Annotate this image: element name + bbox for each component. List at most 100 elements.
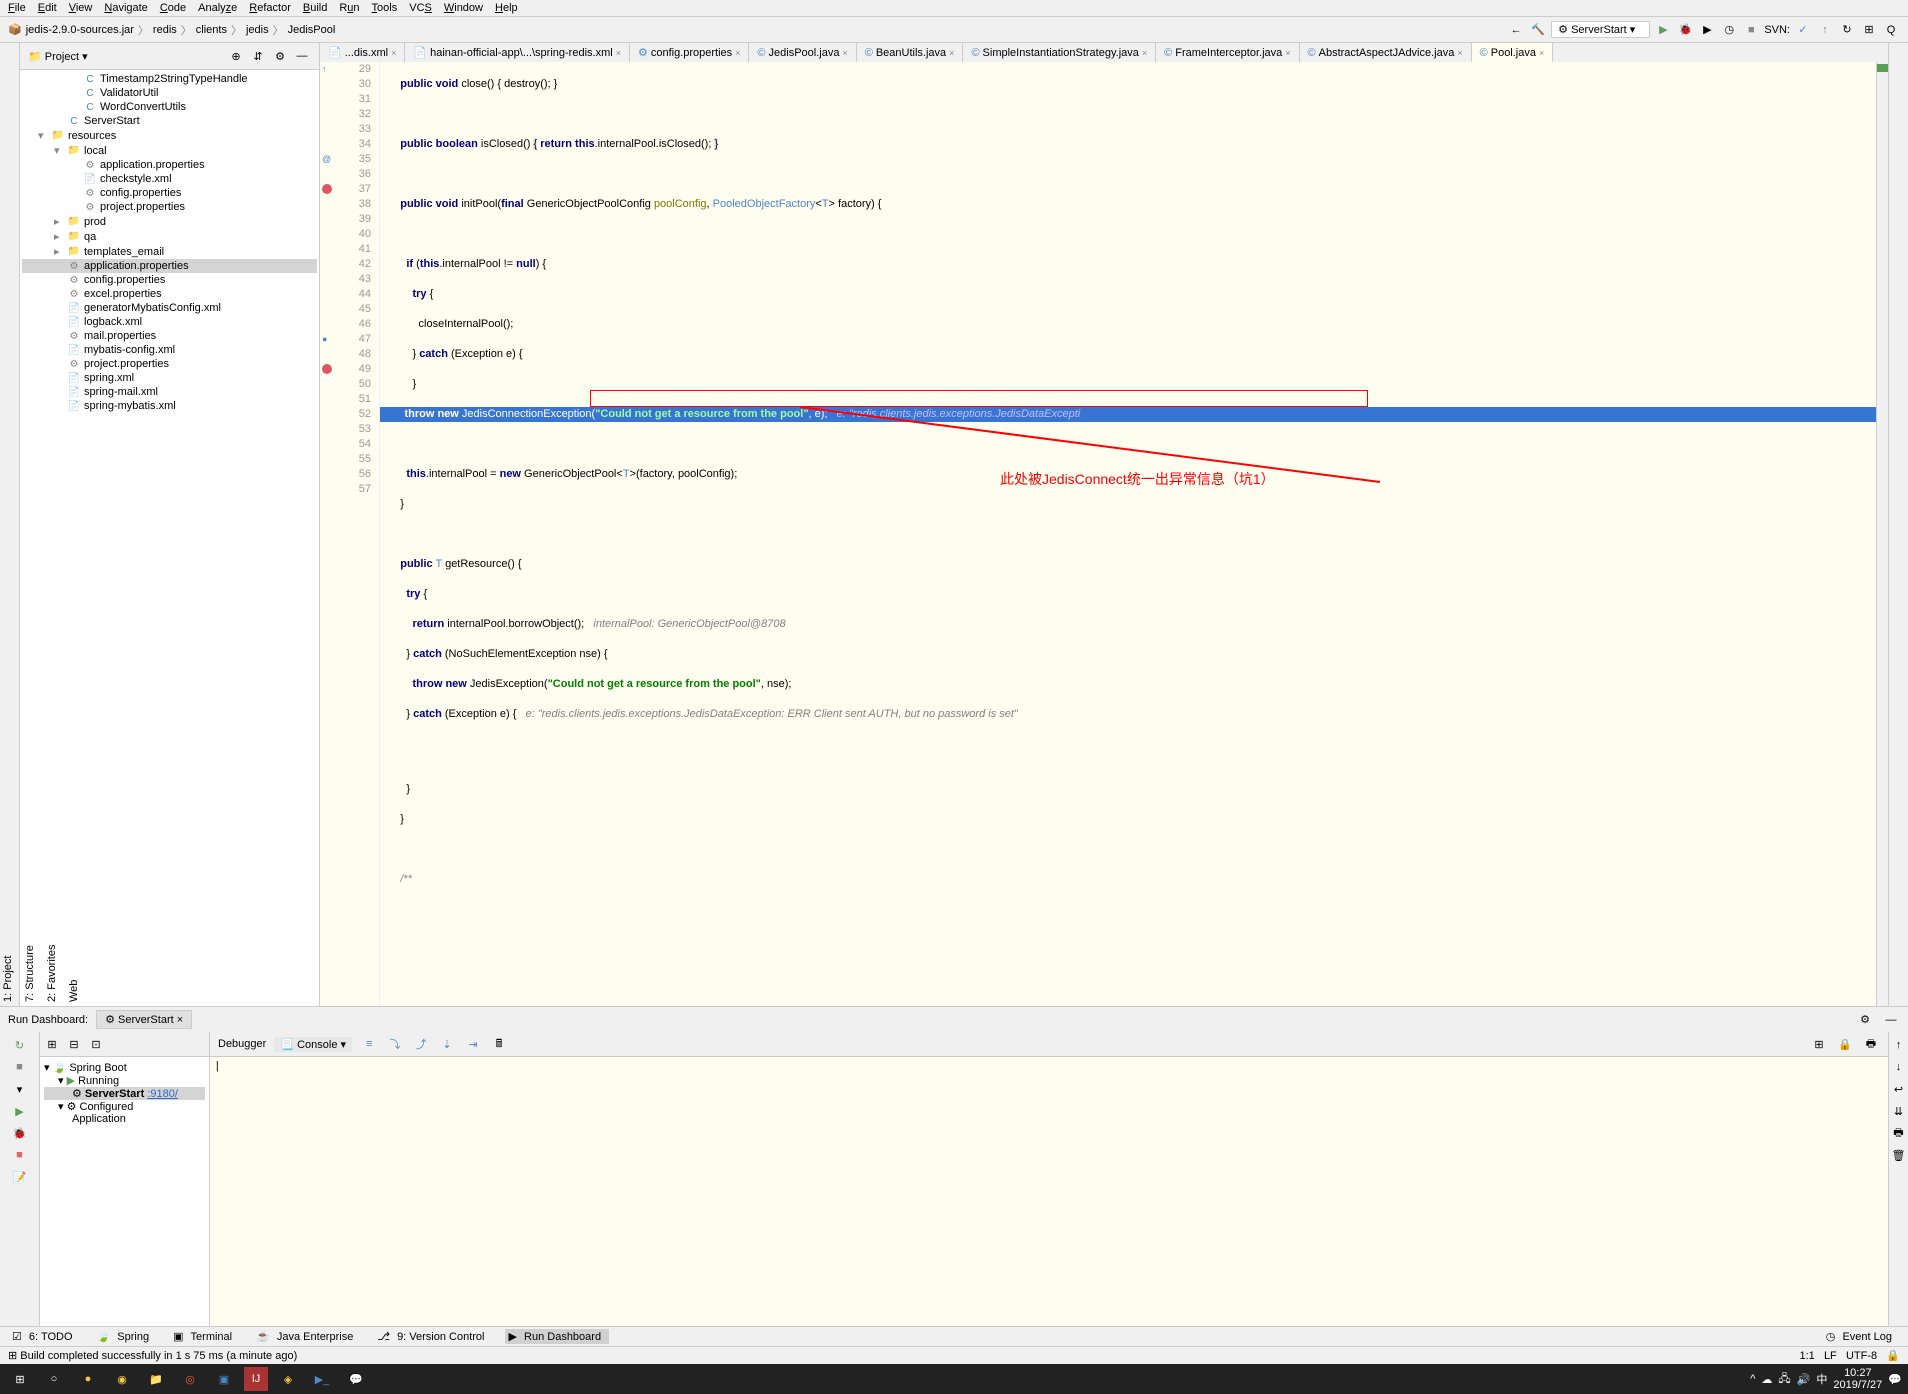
- tree-item[interactable]: 📄spring-mail.xml: [22, 385, 317, 399]
- menu-help[interactable]: Help: [495, 2, 518, 14]
- todo-tab[interactable]: ☑ 6: TODO: [8, 1329, 81, 1344]
- step-into-icon[interactable]: ⤵: [386, 1035, 404, 1053]
- tree-item[interactable]: 📄mybatis-config.xml: [22, 343, 317, 357]
- menu-run[interactable]: Run: [339, 2, 359, 14]
- menu-navigate[interactable]: Navigate: [104, 2, 147, 14]
- scroll-lock-icon[interactable]: 🔒: [1836, 1035, 1854, 1053]
- menu-build[interactable]: Build: [303, 2, 327, 14]
- tree-spring-boot[interactable]: ▾ 🍃 Spring Boot: [44, 1061, 205, 1074]
- scroll-icon[interactable]: ⇵: [249, 47, 267, 65]
- tray-ime-icon[interactable]: 中: [1816, 1371, 1827, 1387]
- console-output[interactable]: |: [210, 1057, 1888, 1326]
- java-ee-tab[interactable]: ☕ Java Enterprise: [252, 1329, 361, 1344]
- build-icon[interactable]: 🔨: [1529, 21, 1547, 39]
- explorer-icon[interactable]: 📁: [142, 1366, 170, 1392]
- cursor-pos[interactable]: 1:1: [1799, 1350, 1814, 1362]
- tree-item[interactable]: ⚙project.properties: [22, 200, 317, 214]
- app-icon-1[interactable]: ◉: [108, 1366, 136, 1392]
- tree-item[interactable]: ▾📁resources: [22, 128, 317, 143]
- menu-window[interactable]: Window: [444, 2, 483, 14]
- step-over-icon[interactable]: ≡: [360, 1035, 378, 1053]
- vscode-icon[interactable]: ▣: [210, 1366, 238, 1392]
- notifications-icon[interactable]: 💬: [1888, 1373, 1902, 1386]
- tree-configured[interactable]: ▾ ⚙ Configured: [44, 1100, 205, 1113]
- spring-tab[interactable]: 🍃 Spring: [93, 1329, 158, 1344]
- editor-tab[interactable]: ©Pool.java×: [1472, 43, 1554, 62]
- stop-all-icon[interactable]: ■: [11, 1058, 29, 1076]
- collapse-icon2[interactable]: ⊟: [65, 1035, 83, 1053]
- tree-item[interactable]: 📄generatorMybatisConfig.xml: [22, 301, 317, 315]
- rerun-icon[interactable]: ↻: [11, 1036, 29, 1054]
- eval-icon[interactable]: 🖩: [490, 1035, 508, 1053]
- console-tab[interactable]: 📃 Console ▾: [274, 1037, 352, 1052]
- down-icon[interactable]: ↓: [1890, 1058, 1908, 1076]
- tree-item[interactable]: ⚙excel.properties: [22, 287, 317, 301]
- tree-item[interactable]: ▸📁templates_email: [22, 244, 317, 259]
- structure-icon[interactable]: ⊞: [1860, 21, 1878, 39]
- lock-icon[interactable]: 🔒: [1886, 1350, 1900, 1362]
- clock[interactable]: 10:27 2019/7/27: [1833, 1367, 1882, 1391]
- search-icon[interactable]: Q: [1882, 21, 1900, 39]
- tree-item[interactable]: CTimestamp2StringTypeHandle: [22, 72, 317, 86]
- error-stripe[interactable]: [1876, 62, 1888, 1006]
- breadcrumb-4[interactable]: JedisPool: [288, 24, 336, 36]
- svn-commit-icon[interactable]: ↑: [1816, 21, 1834, 39]
- tree-item[interactable]: ⚙config.properties: [22, 273, 317, 287]
- app-icon-2[interactable]: ◎: [176, 1366, 204, 1392]
- editor-tab[interactable]: ©JedisPool.java×: [749, 43, 856, 62]
- tree-item[interactable]: 📄logback.xml: [22, 315, 317, 329]
- debugger-tab[interactable]: Debugger: [218, 1038, 266, 1050]
- encoding[interactable]: UTF-8: [1846, 1350, 1877, 1362]
- run-icon2[interactable]: ▶: [11, 1102, 29, 1120]
- hide-icon[interactable]: —: [293, 47, 311, 65]
- force-step-icon[interactable]: ⇣: [438, 1035, 456, 1053]
- layout-icon[interactable]: ⊞: [1810, 1035, 1828, 1053]
- app-icon-3[interactable]: ◈: [274, 1366, 302, 1392]
- menu-code[interactable]: Code: [160, 2, 186, 14]
- tree-running[interactable]: ▾ ▶ Running: [44, 1074, 205, 1087]
- vcs-tab[interactable]: ⎇ 9: Version Control: [373, 1329, 492, 1344]
- scroll-end-icon[interactable]: ⇊: [1890, 1102, 1908, 1120]
- collapse-icon[interactable]: ⊕: [227, 47, 245, 65]
- intellij-icon[interactable]: IJ: [244, 1367, 268, 1391]
- editor-tab[interactable]: ©BeanUtils.java×: [857, 43, 964, 62]
- cortana-icon[interactable]: ○: [40, 1366, 68, 1392]
- svn-update-icon[interactable]: ✓: [1794, 21, 1812, 39]
- profile-icon[interactable]: ◷: [1720, 21, 1738, 39]
- structure-tool-btn[interactable]: 7: Structure: [24, 47, 36, 1002]
- tree-item[interactable]: CWordConvertUtils: [22, 100, 317, 114]
- menu-analyze[interactable]: Analyze: [198, 2, 237, 14]
- run-dashboard-tree[interactable]: ⊞ ⊟ ⊡ ▾ 🍃 Spring Boot ▾ ▶ Running ⚙ Serv…: [40, 1032, 210, 1326]
- breadcrumb-1[interactable]: redis: [153, 24, 177, 36]
- stop-icon[interactable]: ■: [1742, 21, 1760, 39]
- tree-item[interactable]: ⚙mail.properties: [22, 329, 317, 343]
- tree-item[interactable]: ⚙project.properties: [22, 357, 317, 371]
- editor-tab[interactable]: 📄...dis.xml×: [320, 43, 405, 62]
- chrome-icon[interactable]: ●: [74, 1366, 102, 1392]
- breadcrumb-root[interactable]: jedis-2.9.0-sources.jar: [26, 24, 134, 36]
- minimize-icon[interactable]: —: [1882, 1011, 1900, 1029]
- filter-icon[interactable]: ▾: [11, 1080, 29, 1098]
- editor-tab[interactable]: ©FrameInterceptor.java×: [1156, 43, 1299, 62]
- run-dashboard-tab-btn[interactable]: ▶ Run Dashboard: [505, 1329, 610, 1344]
- debug-icon2[interactable]: 🐞: [11, 1124, 29, 1142]
- tree-item[interactable]: ⚙application.properties: [22, 158, 317, 172]
- tray-network-icon[interactable]: 🖧: [1778, 1370, 1790, 1389]
- editor-tab[interactable]: ⚙config.properties×: [630, 43, 749, 62]
- group-icon[interactable]: ⊡: [87, 1035, 105, 1053]
- back-icon[interactable]: ←: [1507, 21, 1525, 39]
- editor-tab[interactable]: 📄hainan-official-app\...\spring-redis.xm…: [405, 43, 630, 62]
- project-tool-btn[interactable]: 1: Project: [2, 47, 14, 1002]
- settings-icon[interactable]: ⚙: [271, 47, 289, 65]
- run-icon[interactable]: ▶: [1654, 21, 1672, 39]
- tree-item[interactable]: ⚙application.properties: [22, 259, 317, 273]
- wechat-icon[interactable]: 💬: [342, 1366, 370, 1392]
- coverage-icon[interactable]: ▶: [1698, 21, 1716, 39]
- run-cursor-icon[interactable]: ⇥: [464, 1035, 482, 1053]
- svn-history-icon[interactable]: ↻: [1838, 21, 1856, 39]
- editor-tab[interactable]: ©SimpleInstantiationStrategy.java×: [963, 43, 1156, 62]
- tree-item[interactable]: CValidatorUtil: [22, 86, 317, 100]
- tree-item[interactable]: ▸📁qa: [22, 229, 317, 244]
- web-tool-btn[interactable]: Web: [68, 47, 80, 1002]
- menu-vcs[interactable]: VCS: [409, 2, 432, 14]
